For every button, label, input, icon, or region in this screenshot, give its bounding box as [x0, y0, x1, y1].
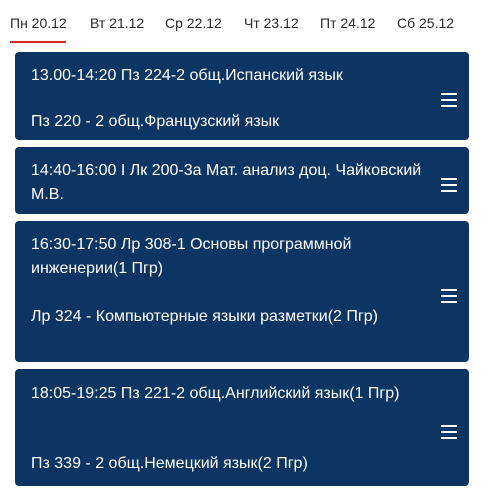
lesson-card[interactable]: 18:05-19:25 Пз 221-2 общ.Английский язык…	[15, 369, 469, 486]
hamburger-menu-icon[interactable]	[441, 93, 457, 107]
tab-tue[interactable]: Вт 21.12	[90, 14, 144, 32]
lesson-main-line: 13.00-14:20 Пз 224-2 общ.Испанский язык	[31, 67, 343, 84]
selected-tab-indicator	[10, 41, 66, 43]
tab-fri[interactable]: Пт 24.12	[320, 14, 375, 32]
day-tabs: Пн 20.12 Вт 21.12 Ср 22.12 Чт 23.12 Пт 2…	[0, 0, 492, 46]
lesson-main-line: 18:05-19:25 Пз 221-2 общ.Английский язык…	[31, 385, 400, 402]
hamburger-menu-icon[interactable]	[441, 178, 457, 192]
lesson-alt-line: Лр 324 - Компьютерные языки разметки(2 П…	[31, 308, 378, 325]
tab-wed[interactable]: Ср 22.12	[165, 14, 222, 32]
lesson-card[interactable]: 13.00-14:20 Пз 224-2 общ.Испанский язык …	[15, 52, 469, 140]
lesson-alt-line: Пз 339 - 2 общ.Немецкий язык(2 Пгр)	[31, 455, 308, 472]
tab-mon[interactable]: Пн 20.12	[10, 14, 67, 32]
lesson-card[interactable]: 14:40-16:00 I Лк 200-3а Мат. анализ доц.…	[15, 147, 469, 214]
lesson-alt-line: Пз 220 - 2 общ.Французский язык	[31, 113, 280, 130]
hamburger-menu-icon[interactable]	[441, 289, 457, 303]
tab-sat[interactable]: Сб 25.12	[397, 14, 454, 32]
lesson-main-line: 14:40-16:00 I Лк 200-3а Мат. анализ доц.…	[31, 162, 422, 203]
hamburger-menu-icon[interactable]	[441, 425, 457, 439]
lesson-main-line: 16:30-17:50 Лр 308-1 Основы программной …	[31, 236, 352, 277]
lesson-card[interactable]: 16:30-17:50 Лр 308-1 Основы программной …	[15, 221, 469, 362]
tab-thu[interactable]: Чт 23.12	[244, 14, 299, 32]
